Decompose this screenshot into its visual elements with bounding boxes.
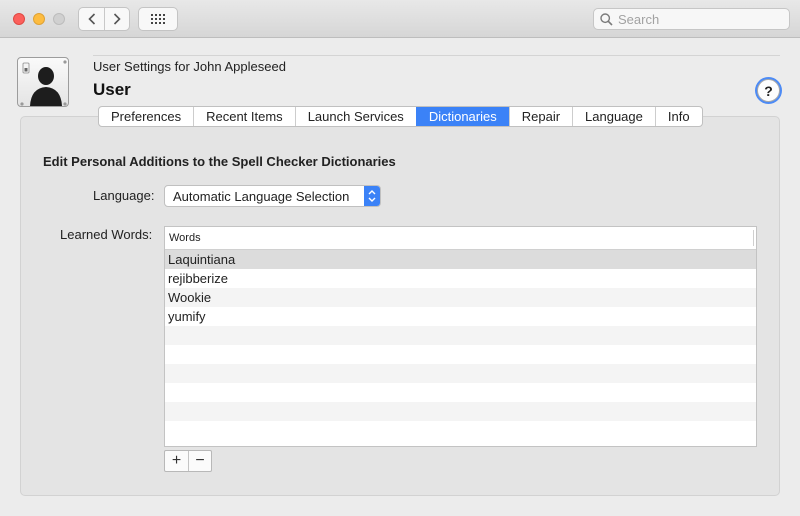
tab-info[interactable]: Info [654,107,702,126]
back-button[interactable] [79,8,104,30]
search-input[interactable] [618,11,778,27]
tab-preferences[interactable]: Preferences [99,107,193,126]
close-window-button[interactable] [13,13,25,25]
empty-row [165,421,756,440]
user-pane-icon [17,57,69,107]
search-field[interactable] [593,8,790,30]
empty-row [165,402,756,421]
chevron-left-icon [87,13,95,25]
table-row[interactable]: yumify [165,307,756,326]
show-all-button[interactable] [138,7,178,31]
language-label: Language: [93,188,155,203]
pane-subtitle: User Settings for John Appleseed [93,59,286,74]
word-cell: Wookie [168,290,212,305]
history-nav [78,7,130,31]
tab-bar: Preferences Recent Items Launch Services… [98,106,703,127]
zoom-window-button[interactable] [53,13,65,25]
empty-row [165,364,756,383]
user-silhouette-icon [20,60,67,106]
word-cell: rejibberize [168,271,228,286]
table-row[interactable]: Wookie [165,288,756,307]
search-icon [600,12,613,26]
add-word-button[interactable]: + [165,451,188,471]
table-row[interactable]: Laquintiana [165,250,756,269]
language-popup[interactable]: Automatic Language Selection [164,185,381,207]
section-title: Edit Personal Additions to the Spell Che… [43,154,396,169]
language-popup-value: Automatic Language Selection [173,188,350,204]
popup-arrows-icon [364,186,380,206]
tab-dictionaries[interactable]: Dictionaries [415,107,509,126]
tab-repair[interactable]: Repair [508,107,572,126]
tab-language[interactable]: Language [572,107,655,126]
empty-row [165,326,756,345]
table-row[interactable]: rejibberize [165,269,756,288]
help-button[interactable]: ? [757,79,780,102]
remove-word-button[interactable]: − [188,451,211,471]
header-divider [93,55,780,56]
minimize-window-button[interactable] [33,13,45,25]
tab-recent-items[interactable]: Recent Items [193,107,295,126]
empty-row [165,383,756,402]
pane-title: User [93,80,131,99]
tab-launch-services[interactable]: Launch Services [294,107,416,126]
learned-words-label: Learned Words: [60,227,153,242]
window-titlebar [0,0,800,38]
empty-row [165,345,756,364]
word-cell: Laquintiana [168,252,236,267]
grid-icon [151,14,165,24]
forward-button[interactable] [104,8,129,30]
add-remove-controls: + − [164,450,212,472]
word-cell: yumify [168,309,206,324]
column-header-label: Words [169,232,201,244]
words-column-header[interactable]: Words [165,227,756,250]
chevron-right-icon [113,13,121,25]
learned-words-table[interactable]: Words Laquintiana rejibberize Wookie yum… [164,226,757,447]
